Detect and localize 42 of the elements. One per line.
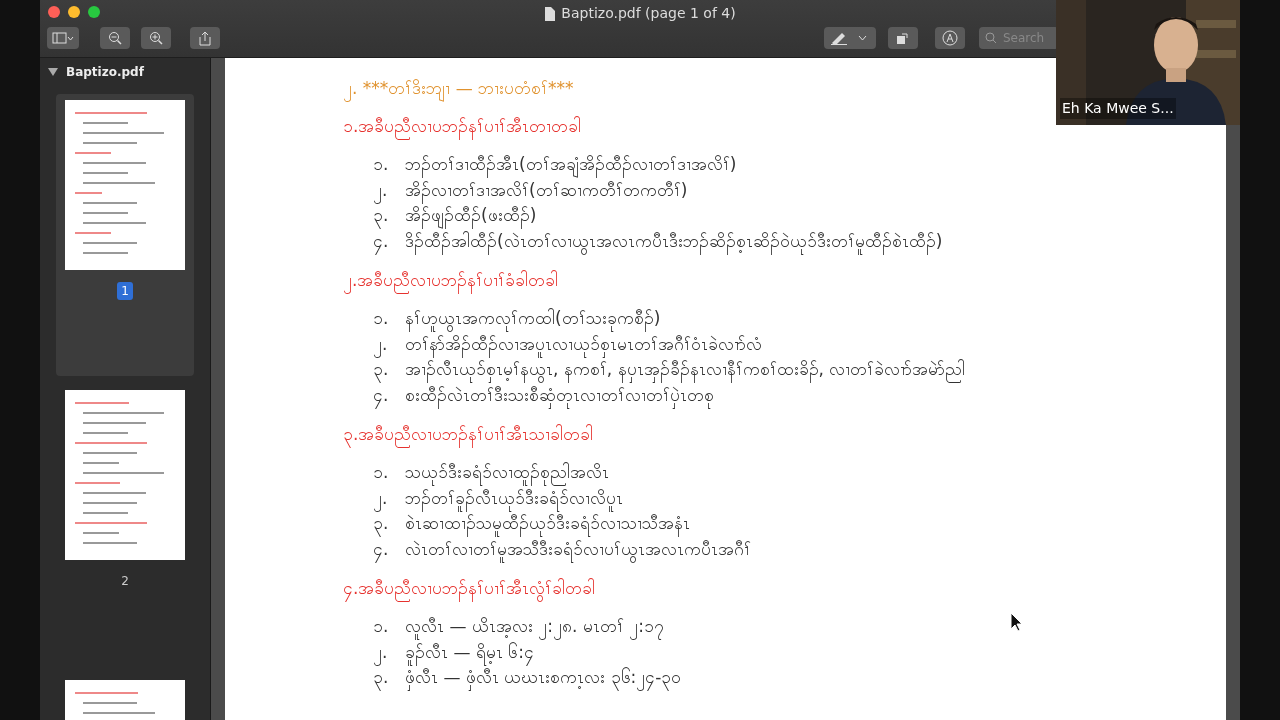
document-title: ၂. ***တၢ်ဒိးဘျၢ — ဘၢးပတံစၢ်*** bbox=[343, 76, 574, 100]
section-heading: ၃.အခီပညီလၢပဘၣ်နၢ်ပၢၢ်အီၤသၢခါတခါ bbox=[343, 422, 594, 446]
list-item-text: တၢ်နာ်အိၣ်ထီၣ်လၢအပူၤလၢယုၥ်စှၤမၤတၢ်အဂီၢ်ဝံၤခဲလၢာ်လံ bbox=[405, 331, 762, 357]
page-number: 2 bbox=[120, 573, 130, 590]
list-number: ၂. bbox=[373, 485, 405, 511]
section-heading: ၁.အခီပညီလၢပဘၣ်နၢ်ပၢၢ်အီၤတၢတခါ bbox=[343, 114, 582, 138]
list-number: ၄. bbox=[373, 536, 405, 562]
list-number: ၁. bbox=[373, 307, 390, 330]
list-item-text: အိၣ်လၢတၢ်ဒၢအလိၢ်(တၢ်ဆၢကတီၢ်တကတီၢ်) bbox=[405, 177, 688, 203]
list-item-text: ခူၣ်လီၤ — ရိမ့ၤ ၆:၄ bbox=[405, 639, 534, 665]
list-item-text: ဒိၣ်ထီၣ်အါထီၣ်(လဲၤတၢ်လၢယွၤအလၤကပီၤဒီးဘၣ်ဆိၣ်စ့ၤဆိၣ်ဝဲယုၥ်ဒီးတၢ်မူထီၣ်စဲၤထီၣ်) bbox=[405, 228, 943, 254]
window-title: Baptizo.pdf (page 1 of 4) bbox=[561, 4, 736, 23]
list-number: ၁. bbox=[373, 153, 390, 176]
list-number: ၄. bbox=[373, 228, 405, 254]
list-number: ၃. bbox=[373, 203, 405, 229]
section-heading: ၂.အခီပညီလၢပဘၣ်နၢ်ပၢၢ်ခံခါတခါ bbox=[343, 268, 559, 292]
thumbnail-item[interactable]: 2 bbox=[56, 384, 194, 666]
list-number: ၁. bbox=[373, 615, 390, 638]
list-item-text: ဘၣ်တၢ်ဒၢထီၣ်အီၤ(တၢ်အချံအိၣ်ထီၣ်လၢတၢ်ဒၢအလိၢ်) bbox=[405, 152, 737, 178]
list-item-text: အၢၣ်လီၤယုၥ်စှၤမ့ၢ်နယွၤ, နကစၢ်, နပှၤအှၣ်ခီၣ်နၤလၢနီၢ်ကစၢ်ထးခိၣ်, လၢတၢ်ခဲလၢာ်အမဲာ်ညါ bbox=[405, 357, 966, 383]
list-number: ၂. bbox=[373, 331, 405, 357]
list-item-text: နၢ်ဟူယွၤအကလုၢ်ကထါ(တၢ်သးခုကစီၣ်) bbox=[405, 306, 661, 332]
list-number: ၄. bbox=[373, 382, 405, 408]
list-item-text: စးထီၣ်လဲၤတၢ်ဒီးသးစီဆှံတုၤလၢတၢ်လၢတၢ်ပှဲၤတစု bbox=[405, 382, 714, 408]
list-number: ၁. bbox=[373, 461, 390, 484]
list-item-text: လဲၤတၢ်လၢတၢ်မူအသီဒီးခရံၥ်လၢပၢ်ယွၤအလၤကပီၤအဂီၢ် bbox=[405, 536, 751, 562]
list-number: ၃. bbox=[373, 357, 405, 383]
file-name: Baptizo.pdf bbox=[66, 64, 144, 81]
thumbnail-item[interactable]: 1 bbox=[56, 94, 194, 376]
list-number: ၂. bbox=[373, 639, 405, 665]
list-item-text: လူလီၤ — ယိၤအ့လး ၂:၂၈. မၤတၢ် ၂:၁၇ bbox=[405, 614, 664, 640]
list-number: ၃. bbox=[373, 511, 405, 537]
page-number: 1 bbox=[117, 282, 133, 300]
list-item-text: ဖှံလီၤ — ဖှံလီၤ ယဃၤးစကၤ့လး ၃၆:၂၄-၃၀ bbox=[405, 665, 682, 691]
list-item-text: အိၣ်ဖျၣ်ထီၣ်(ဖးထီၣ်) bbox=[405, 203, 537, 229]
participant-name: Eh Ka Mwee S... bbox=[1060, 98, 1176, 119]
list-item-text: သယုၥ်ဒီးခရံၥ်လၢထူၣ်စုညါအလိၤ bbox=[405, 460, 609, 486]
list-item-text: ဘၣ်တၢ်ခူၣ်လီၤယုၥ်ဒီးခရံၥ်လၢလိပူၤ bbox=[405, 485, 623, 511]
list-item-text: စဲၤဆၢထၢၣ်သမူထီၣ်ယုၥ်ဒီးခရံၥ်လၢသၢသီအနံၤ bbox=[405, 511, 690, 537]
section-heading: ၄.အခီပညီလၢပဘၣ်နၢ်ပၢၢ်အီၤလွံၢ်ခါတခါ bbox=[343, 576, 596, 600]
list-number: ၂. bbox=[373, 177, 405, 203]
list-number: ၃. bbox=[373, 665, 405, 691]
